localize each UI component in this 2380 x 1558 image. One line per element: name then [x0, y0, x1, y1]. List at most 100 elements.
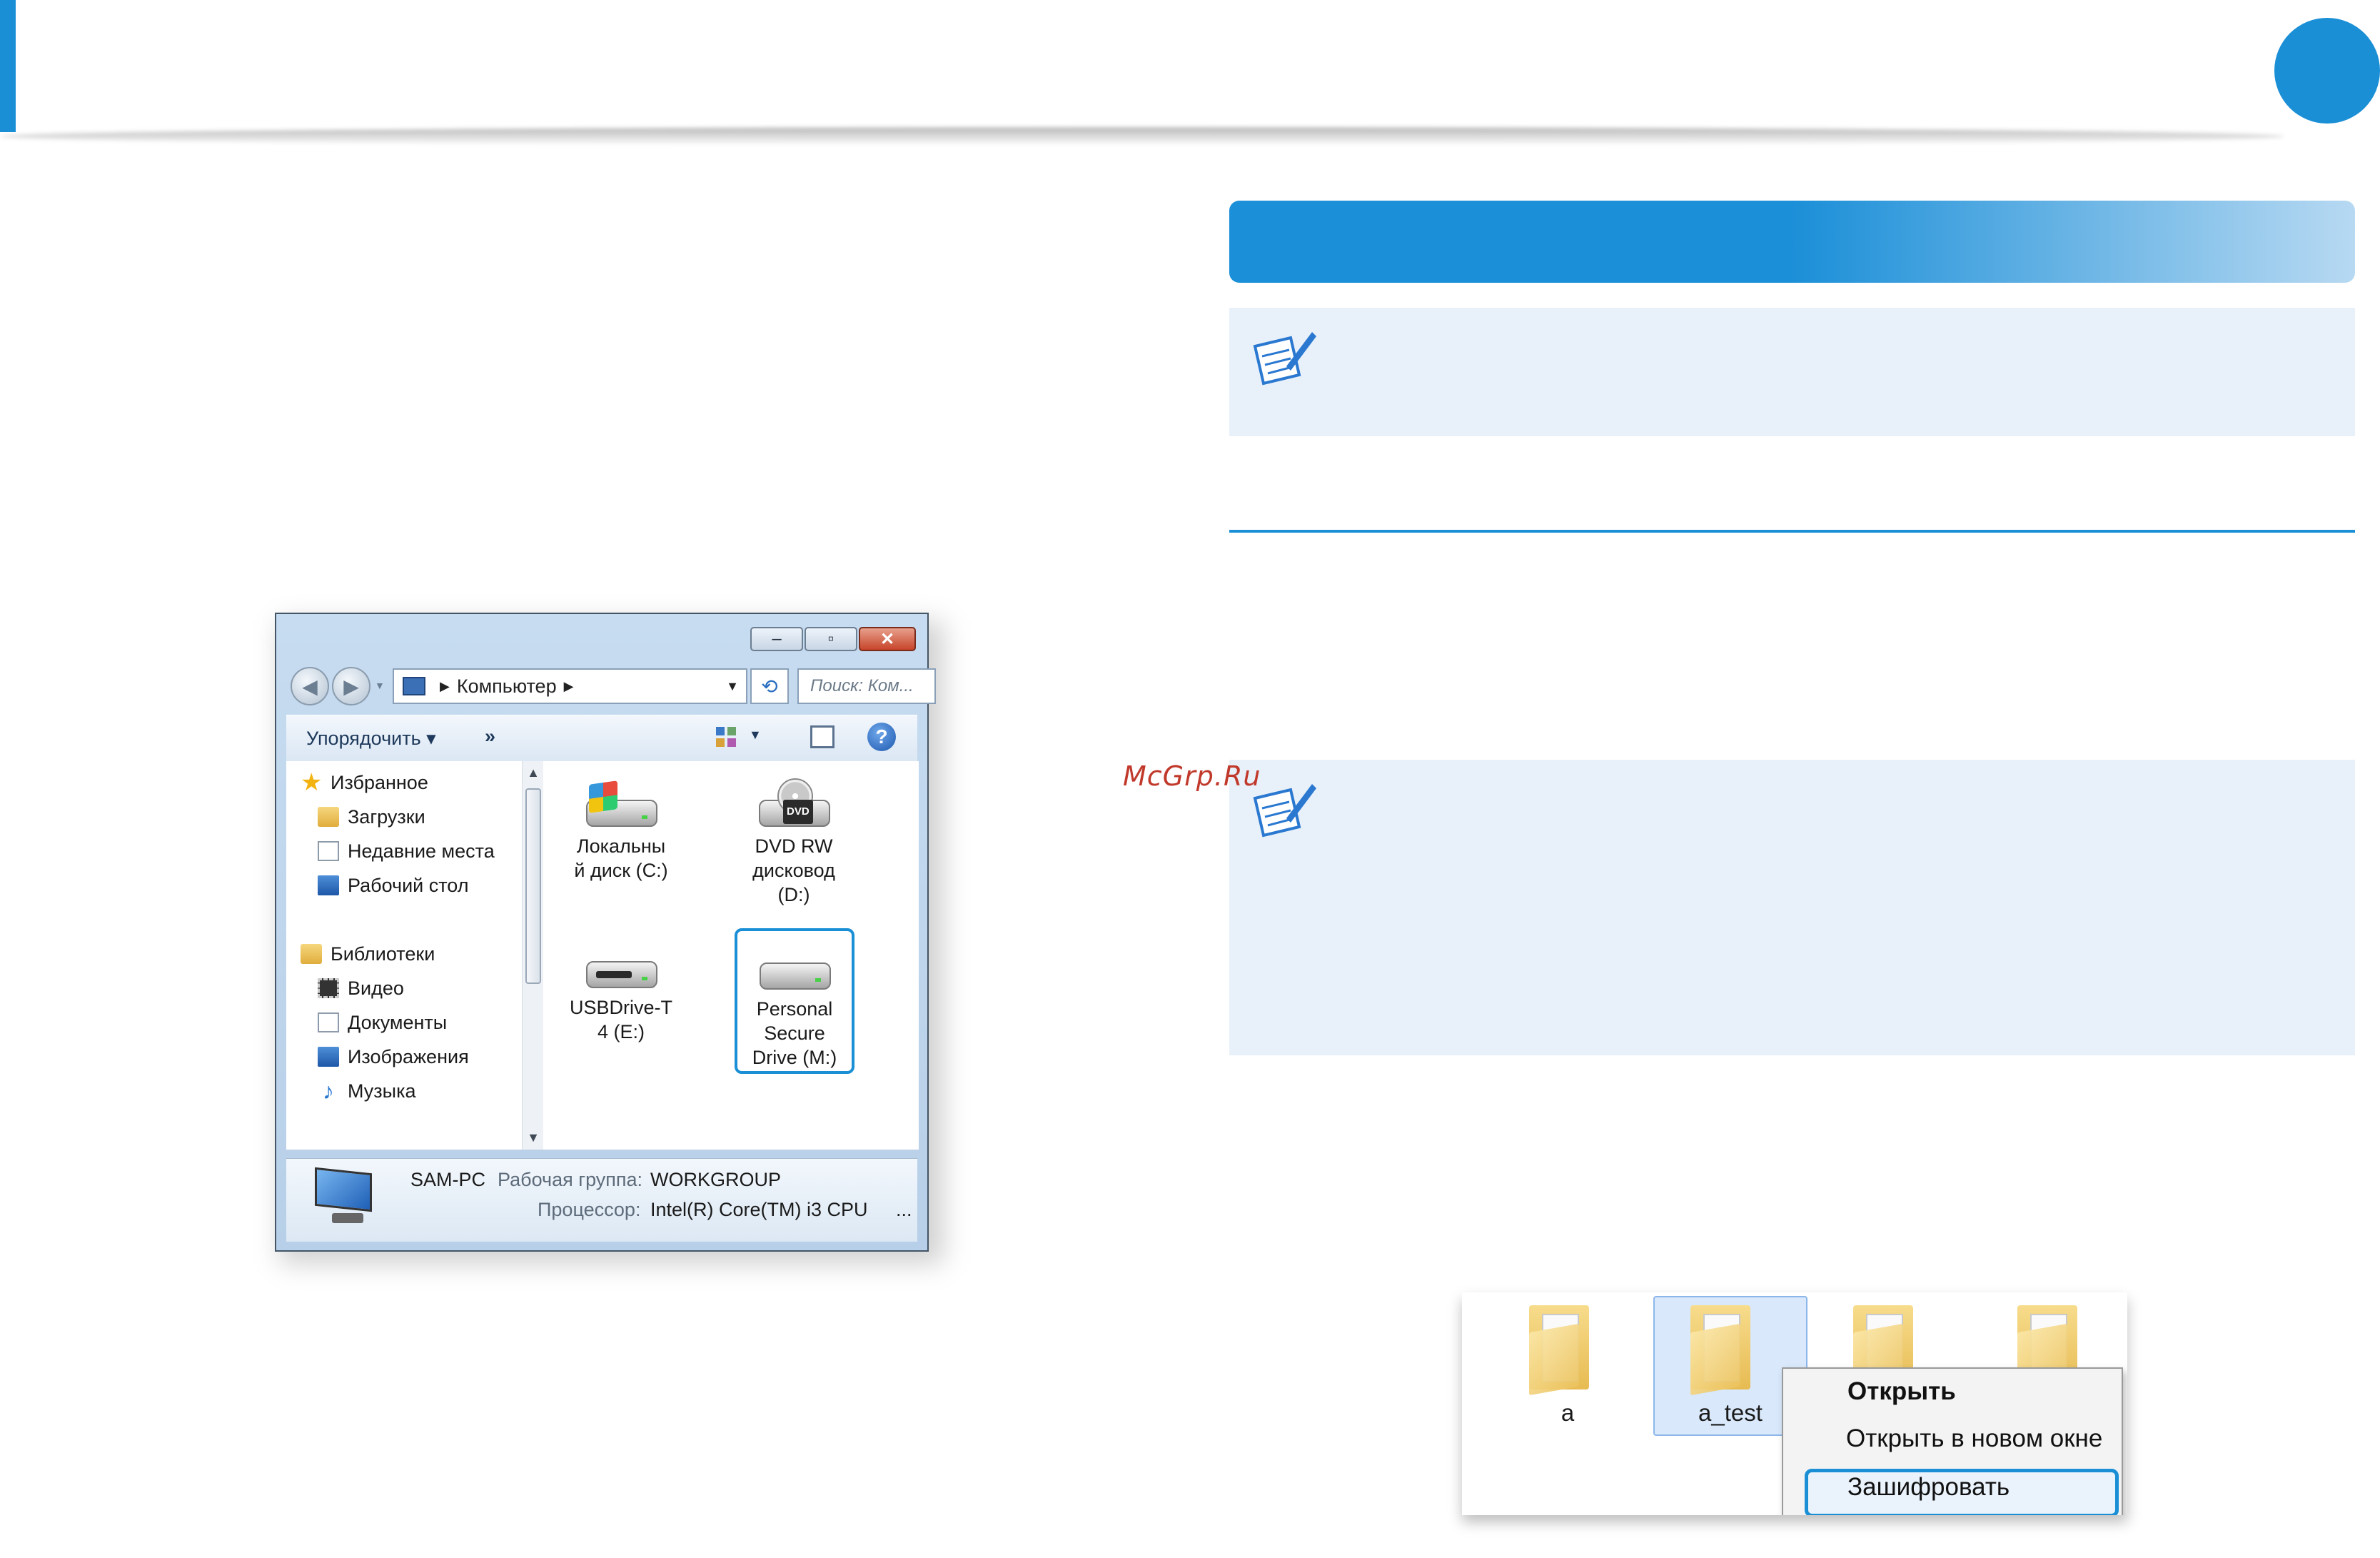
breadcrumb-computer[interactable]: Компьютер [457, 675, 557, 698]
scroll-up-icon[interactable]: ▲ [523, 765, 544, 780]
drive-label: й диск (C:) [574, 860, 668, 881]
folder-label[interactable]: a [1496, 1399, 1639, 1427]
nav-music[interactable]: ♪ Музыка [318, 1075, 416, 1107]
search-input[interactable]: Поиск: Ком... [797, 668, 936, 704]
drive-usb-e[interactable]: USBDrive-T 4 (E:) [560, 940, 682, 1044]
note-box [1229, 760, 2355, 1055]
drive-personal-secure-m[interactable]: Personal Secure Drive (M:) [735, 928, 854, 1074]
view-options-icon[interactable] [715, 725, 737, 748]
scroll-thumb[interactable] [525, 788, 541, 984]
drive-label: USBDrive-T [569, 997, 672, 1018]
nav-libraries[interactable]: Библиотеки [301, 938, 435, 970]
scroll-down-icon[interactable]: ▼ [523, 1130, 544, 1145]
navigation-row: ◀ ▶ ▼ ▶ Компьютер ▶ ▼ ⟲ Поиск: Ком... [291, 664, 936, 705]
more-commands-button[interactable]: » [485, 725, 495, 748]
computer-icon [403, 677, 425, 695]
help-icon[interactable]: ? [867, 723, 896, 751]
folder-icon[interactable] [1523, 1300, 1609, 1396]
drive-local-c[interactable]: Локальны й диск (C:) [560, 778, 682, 883]
nav-label: Недавние места [348, 840, 495, 862]
nav-video[interactable]: Видео [318, 973, 404, 1004]
drive-label: Personal [756, 998, 833, 1020]
drive-label: Secure [764, 1022, 825, 1044]
nav-label: Избранное [331, 771, 428, 793]
menu-item-encrypt[interactable]: Зашифровать [1847, 1473, 2010, 1502]
cpu-label: Процессор: [538, 1199, 641, 1220]
page-number-badge [2274, 18, 2380, 124]
cpu-value: Intel(R) Core(TM) i3 CPU [650, 1199, 868, 1220]
recent-places-icon [318, 841, 339, 861]
window-controls: – ▫ ✕ [749, 627, 916, 651]
drive-label: (D:) [777, 884, 810, 905]
note-pencil-icon [1253, 332, 1316, 386]
drive-label: 4 (E:) [597, 1021, 645, 1042]
details-more[interactable]: ... [896, 1199, 912, 1221]
chapter-accent-bar [0, 0, 16, 132]
organize-button[interactable]: Упорядочить ▾ [306, 728, 436, 750]
desktop-icon [318, 875, 339, 895]
drive-dvd-d[interactable]: DVD DVD RW дисковод (D:) [733, 778, 854, 907]
downloads-folder-icon [318, 807, 339, 827]
nav-favorites[interactable]: ★ Избранное [301, 767, 428, 798]
libraries-icon [301, 944, 322, 964]
section-heading-bar [1229, 201, 2355, 283]
nav-label: Загрузки [348, 805, 425, 828]
nav-images[interactable]: Изображения [318, 1041, 469, 1072]
folder-icon[interactable] [1685, 1300, 1770, 1396]
dvd-drive-icon: DVD [755, 778, 833, 830]
header-divider-shadow [0, 127, 2284, 146]
computer-monitor-icon [315, 1167, 379, 1227]
nav-label: Музыка [348, 1080, 416, 1102]
images-icon [318, 1047, 339, 1067]
workgroup-label: Рабочая группа: [498, 1169, 643, 1190]
explorer-window: – ▫ ✕ ◀ ▶ ▼ ▶ Компьютер ▶ ▼ ⟲ Поиск: Ком… [275, 613, 936, 1252]
nav-label: Видео [348, 977, 404, 999]
maximize-icon[interactable]: ▫ [805, 627, 857, 651]
menu-item-open[interactable]: Открыть [1847, 1377, 1956, 1406]
menu-item-open-new-window[interactable]: Открыть в новом окне [1846, 1424, 2102, 1453]
drive-label: Drive (M:) [752, 1047, 837, 1068]
close-icon[interactable]: ✕ [859, 627, 916, 651]
star-icon: ★ [301, 769, 323, 796]
nav-scrollbar[interactable]: ▲ ▼ [522, 761, 544, 1150]
nav-downloads[interactable]: Загрузки [318, 801, 425, 833]
breadcrumb-separator-icon[interactable]: ▶ [564, 679, 574, 694]
folder-label[interactable]: a_test [1659, 1399, 1802, 1427]
refresh-icon[interactable]: ⟲ [750, 668, 789, 704]
history-dropdown-icon[interactable]: ▼ [375, 680, 385, 691]
nav-label: Рабочий стол [348, 874, 469, 896]
context-menu-screenshot: a a_test Открыть Открыть в новом окне За… [1462, 1292, 2127, 1515]
nav-label: Библиотеки [331, 943, 435, 965]
secure-drive-icon [755, 941, 834, 992]
documents-icon [318, 1012, 339, 1032]
dvd-tag: DVD [783, 800, 813, 824]
nav-documents[interactable]: Документы [318, 1007, 447, 1038]
drive-label: DVD RW [755, 835, 833, 857]
drive-label: Локальны [576, 835, 666, 857]
note-box [1229, 308, 2355, 436]
breadcrumb-separator-icon[interactable]: ▶ [440, 679, 450, 694]
address-dropdown-icon[interactable]: ▼ [726, 679, 739, 694]
back-arrow-icon: ◀ [302, 675, 318, 698]
watermark: McGrp.Ru [1123, 760, 1261, 792]
nav-desktop[interactable]: Рабочий стол [318, 870, 469, 901]
music-note-icon: ♪ [323, 1078, 334, 1104]
hard-drive-icon [582, 778, 660, 830]
nav-label: Изображения [348, 1045, 469, 1067]
video-icon [318, 978, 339, 998]
forward-arrow-icon: ▶ [343, 675, 359, 698]
view-dropdown-icon[interactable]: ▼ [749, 728, 762, 743]
minimize-icon[interactable]: – [750, 627, 803, 651]
nav-recent-places[interactable]: Недавние места [318, 835, 495, 867]
file-pane: Локальны й диск (C:) DVD DVD RW дисковод… [543, 761, 919, 1150]
preview-pane-icon[interactable] [810, 725, 834, 748]
usb-drive-icon [582, 940, 660, 991]
workgroup-value: WORKGROUP [650, 1169, 782, 1190]
address-bar[interactable]: ▶ Компьютер ▶ ▼ [393, 668, 747, 704]
computer-name: SAM-PC [410, 1169, 486, 1190]
forward-button[interactable]: ▶ [332, 667, 370, 705]
section-divider [1229, 530, 2355, 533]
back-button[interactable]: ◀ [291, 667, 329, 705]
command-toolbar: Упорядочить ▾ » ▼ ? [286, 715, 917, 762]
context-menu: Открыть Открыть в новом окне Зашифровать [1782, 1367, 2123, 1515]
